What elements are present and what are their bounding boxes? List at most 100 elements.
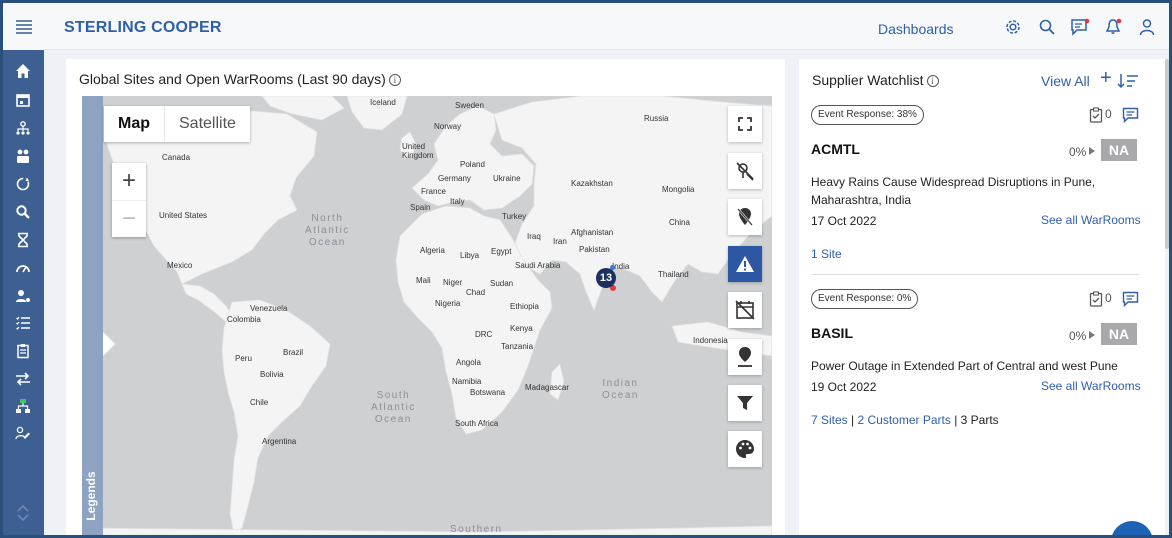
sort-icon[interactable]	[1117, 73, 1139, 94]
clipboard-icon[interactable]	[12, 340, 34, 362]
hourglass-icon[interactable]	[12, 229, 34, 251]
search-icon[interactable]	[1037, 17, 1057, 37]
network-icon[interactable]	[12, 117, 34, 139]
map-label: Botswana	[470, 388, 506, 397]
filter-icon[interactable]	[728, 385, 762, 421]
calendar-icon[interactable]	[12, 89, 34, 111]
edit-user-icon[interactable]	[12, 422, 34, 444]
comment-icon[interactable]	[1122, 291, 1139, 312]
map-label: Algeria	[420, 246, 445, 255]
event-response-badge: Event Response: 38%	[811, 105, 924, 125]
divider	[812, 274, 1139, 275]
add-button[interactable]: +	[1100, 67, 1112, 90]
route-off-icon[interactable]	[728, 153, 762, 189]
task-count: 0	[1105, 291, 1112, 305]
separator: |	[950, 413, 961, 427]
event-response-badge: Event Response: 0%	[811, 289, 919, 309]
see-all-warrooms-link[interactable]: See all WarRooms	[1041, 379, 1141, 393]
map-label: Mongolia	[662, 185, 695, 194]
map-label: United States	[159, 211, 208, 220]
comment-icon[interactable]	[1122, 107, 1139, 128]
view-all-link[interactable]: View All	[1041, 73, 1090, 89]
brand-name[interactable]: STERLING COOPER	[64, 19, 222, 37]
gauge-icon[interactable]	[12, 257, 34, 279]
sidebar	[3, 50, 44, 535]
pin-drop-icon[interactable]	[728, 339, 762, 375]
scrollbar[interactable]	[1165, 59, 1169, 249]
messages-icon[interactable]	[1070, 17, 1090, 37]
map-label: Libya	[460, 251, 480, 260]
map-label: Sweden	[455, 101, 484, 110]
ocean-label: South Atlantic Ocean	[371, 390, 416, 425]
fullscreen-icon[interactable]	[728, 106, 762, 142]
alert-icon[interactable]	[728, 246, 762, 282]
map-label: Mexico	[167, 261, 193, 270]
clipboard-check-icon[interactable]	[1089, 291, 1103, 312]
calendar-off-icon[interactable]	[728, 292, 762, 328]
map-label: Nigeria	[435, 299, 461, 308]
zoom-in-button[interactable]: +	[112, 163, 146, 200]
sites-link[interactable]: 7 Sites	[811, 413, 848, 427]
transfers-icon[interactable]	[12, 368, 34, 390]
org-chart-icon[interactable]	[12, 395, 34, 417]
map-label: Colombia	[227, 315, 261, 324]
event-title[interactable]: Power Outage in Extended Part of Central…	[811, 357, 1141, 375]
location-off-icon[interactable]	[728, 199, 762, 235]
map-label: Niger	[443, 278, 463, 287]
cluster-marker[interactable]: 13	[596, 268, 616, 288]
dashboards-link[interactable]: Dashboards	[878, 21, 954, 37]
list-icon[interactable]	[12, 312, 34, 334]
clipboard-check-icon[interactable]	[1089, 107, 1103, 128]
collapse-icon[interactable]	[12, 502, 34, 524]
map-label: Peru	[235, 354, 252, 363]
palette-icon[interactable]	[728, 431, 762, 467]
map-label: Kazakhstan	[571, 179, 613, 188]
info-icon[interactable]: i	[926, 75, 939, 87]
supplier-name[interactable]: ACMTL	[811, 141, 860, 157]
refresh-icon[interactable]	[12, 173, 34, 195]
legends-label[interactable]: Legends	[84, 471, 98, 521]
map-label: Namibia	[452, 377, 482, 386]
suppliers-icon[interactable]	[12, 145, 34, 167]
map-label: Norway	[434, 122, 462, 131]
world-map[interactable]: Legends Iceland Sweden Norway Russia Uni…	[82, 96, 772, 535]
customer-parts-link[interactable]: 2 Customer Parts	[857, 413, 950, 427]
supplier-name[interactable]: BASIL	[811, 325, 853, 341]
map-label: Iran	[553, 237, 567, 246]
legend-strip[interactable]	[82, 96, 103, 535]
user-settings-icon[interactable]	[12, 285, 34, 307]
map-label: Poland	[460, 160, 485, 169]
info-icon[interactable]: i	[388, 74, 401, 86]
map-label: Bolivia	[260, 370, 284, 379]
map-type-satellite-button[interactable]: Satellite	[165, 106, 250, 142]
map-label: Iceland	[370, 98, 396, 107]
zoom-out-button[interactable]: −	[112, 200, 146, 237]
percent-value: 0%	[1069, 145, 1087, 159]
user-icon[interactable]	[1137, 17, 1157, 37]
event-date: 19 Oct 2022	[811, 380, 877, 394]
map-label: Canada	[162, 153, 191, 162]
map-type-map-button[interactable]: Map	[104, 106, 165, 142]
search-icon[interactable]	[12, 201, 34, 223]
see-all-warrooms-link[interactable]: See all WarRooms	[1041, 213, 1141, 227]
map-label: Tanzania	[501, 342, 534, 351]
menu-icon[interactable]	[3, 3, 44, 50]
map-label: South Africa	[455, 419, 499, 428]
play-icon	[1089, 331, 1095, 339]
event-title[interactable]: Heavy Rains Cause Widespread Disruptions…	[811, 173, 1111, 209]
event-date: 17 Oct 2022	[811, 214, 877, 228]
map-label: Thailand	[658, 270, 689, 279]
app-frame: STERLING COOPER Dashboards Global Sites …	[3, 3, 1169, 535]
parts-count: 3 Parts	[960, 413, 999, 427]
map-label: Chad	[466, 288, 486, 297]
settings-icon[interactable]	[1003, 17, 1023, 37]
map-label: Iraq	[527, 232, 541, 241]
sites-link[interactable]: 1 Site	[811, 247, 842, 261]
home-icon[interactable]	[12, 60, 34, 82]
notifications-icon[interactable]	[1104, 17, 1124, 37]
map-label: Argentina	[262, 437, 297, 446]
map-label: Saudi Arabia	[515, 261, 561, 270]
map-label: Brazil	[283, 348, 304, 357]
map-label: France	[421, 187, 446, 196]
legend-toggle-arrow[interactable]	[103, 332, 115, 356]
